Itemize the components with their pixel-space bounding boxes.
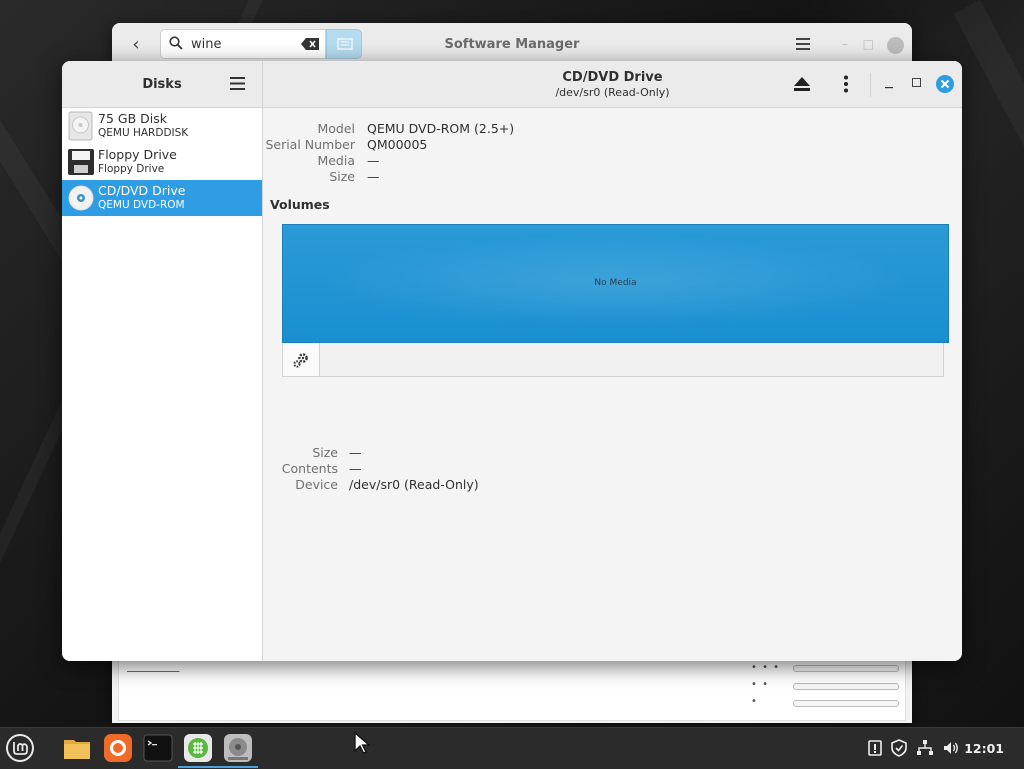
rating-stars: •: [751, 696, 758, 707]
network-icon[interactable]: [916, 739, 934, 757]
sidebar-header: Disks: [62, 61, 263, 108]
disk-item-floppy[interactable]: Floppy Drive Floppy Drive: [62, 144, 262, 180]
media-label: Media: [317, 153, 355, 168]
review-link[interactable]: [127, 660, 179, 673]
drive-subtitle: /dev/sr0 (Read-Only): [555, 86, 670, 99]
floppy-icon: [68, 149, 94, 175]
contents-value: —: [349, 461, 362, 476]
more-options-icon[interactable]: [843, 75, 849, 93]
maximize-icon[interactable]: [912, 78, 921, 87]
optical-disc-icon: [68, 185, 94, 211]
serial-number-value: QM00005: [367, 137, 428, 152]
taskbar-software-manager[interactable]: [178, 732, 218, 768]
firefox-icon: [104, 734, 132, 762]
close-x-glyph: [940, 79, 950, 89]
contents-label: Contents: [281, 461, 338, 476]
disks-window[interactable]: Disks CD/DVD Drive /dev/sr0 (Read-Only): [62, 61, 962, 661]
volumes-heading: Volumes: [270, 197, 330, 212]
volume-toolbar: [282, 343, 944, 377]
volume-size-value: —: [349, 445, 362, 460]
drive-details: Model QEMU DVD-ROM (2.5+) Serial Number …: [263, 108, 962, 661]
folder-icon: [64, 740, 90, 759]
maximize-icon[interactable]: □: [863, 37, 874, 51]
taskbar-files[interactable]: [61, 732, 93, 764]
disk-model: QEMU HARDDISK: [98, 127, 189, 139]
serial-number-label: Serial Number: [265, 137, 355, 152]
disk-name: 75 GB Disk: [98, 111, 167, 126]
size-value: —: [367, 169, 380, 184]
model-value: QEMU DVD-ROM (2.5+): [367, 121, 515, 136]
disk-list: 75 GB Disk QEMU HARDDISK Floppy Drive Fl…: [62, 108, 263, 661]
volume-size-label: Size: [312, 445, 338, 460]
terminal-icon: [143, 734, 173, 762]
disk-name: Floppy Drive: [98, 147, 177, 162]
software-manager-icon: [184, 734, 212, 762]
reviews-panel: • • • • • •: [118, 659, 906, 721]
disk-item-hard-disk[interactable]: 75 GB Disk QEMU HARDDISK: [62, 108, 262, 144]
disks-app-icon: [224, 734, 252, 762]
minimize-icon[interactable]: [882, 75, 896, 93]
size-label: Size: [329, 169, 355, 184]
rating-bar: [793, 683, 899, 690]
taskbar: 12:01: [0, 727, 1024, 769]
disk-model: Floppy Drive: [98, 163, 165, 175]
start-menu-button[interactable]: [4, 732, 36, 764]
clock[interactable]: 12:01: [964, 741, 1004, 756]
close-icon[interactable]: [887, 37, 904, 54]
update-manager-icon[interactable]: [866, 739, 884, 757]
no-media-label: No Media: [594, 278, 637, 288]
linux-mint-logo-icon: [6, 734, 34, 762]
device-value: /dev/sr0 (Read-Only): [349, 477, 479, 492]
volume-options-button[interactable]: [283, 343, 320, 376]
drive-title: CD/DVD Drive: [562, 70, 663, 85]
disk-item-optical[interactable]: CD/DVD Drive QEMU DVD-ROM: [62, 180, 262, 216]
header-separator: [870, 73, 871, 97]
device-label: Device: [295, 477, 338, 492]
disk-name: CD/DVD Drive: [98, 183, 186, 198]
volume-map[interactable]: No Media: [282, 224, 949, 343]
window-title: Software Manager: [444, 37, 580, 52]
eject-icon[interactable]: [793, 76, 811, 92]
taskbar-disks[interactable]: [218, 732, 258, 768]
taskbar-firefox[interactable]: [102, 732, 134, 764]
close-icon[interactable]: [936, 75, 954, 93]
hard-disk-icon: [68, 111, 93, 141]
main-header: CD/DVD Drive /dev/sr0 (Read-Only): [263, 61, 962, 108]
rating-bar: [793, 665, 899, 672]
hamburger-menu-icon[interactable]: [230, 77, 245, 90]
rating-stars: • •: [751, 679, 769, 690]
media-value: —: [367, 153, 380, 168]
hamburger-menu-icon[interactable]: [794, 36, 812, 52]
disk-model: QEMU DVD-ROM: [98, 199, 185, 211]
shield-icon[interactable]: [890, 739, 908, 757]
rating-stars: • • •: [751, 662, 781, 673]
minimize-icon[interactable]: –: [842, 37, 848, 51]
rating-bar: [793, 700, 899, 707]
volume-icon[interactable]: [942, 739, 960, 757]
taskbar-terminal[interactable]: [142, 732, 174, 764]
mouse-cursor-icon: [354, 731, 371, 754]
model-label: Model: [317, 121, 355, 136]
gears-icon: [293, 353, 308, 368]
